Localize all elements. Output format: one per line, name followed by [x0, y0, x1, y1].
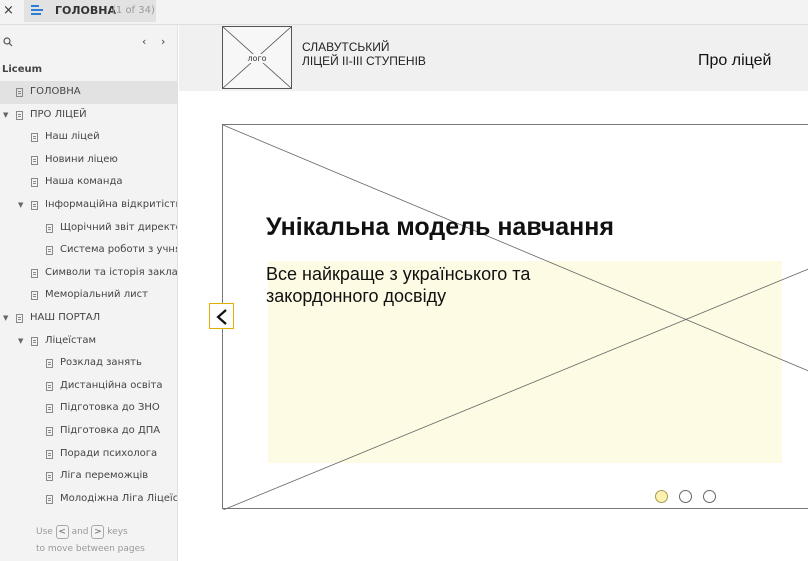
slider-prev-button[interactable]	[209, 303, 234, 329]
hint-line2: to move between pages	[36, 544, 145, 554]
tree-item-label: Система роботи з учнями	[60, 244, 177, 256]
page-icon	[46, 223, 53, 233]
tree-item-label: Наша команда	[45, 176, 123, 188]
tree-item-label: Інформаційна відкритість	[45, 198, 178, 210]
school-name-line2: ЛІЦЕЙ ІІ-ІІІ СТУПЕНІВ	[302, 54, 426, 68]
page-icon	[46, 359, 53, 369]
project-name: Liceum	[2, 64, 43, 75]
page-icon	[16, 313, 23, 323]
hint-and: and	[71, 527, 89, 537]
slider-dot-3[interactable]	[703, 490, 716, 503]
tree-item[interactable]: Поради психолога	[0, 443, 177, 466]
nav-link-about[interactable]: Про ліцей	[698, 52, 771, 70]
tree-item-label: Підготовка до ЗНО	[60, 402, 160, 414]
site-header: лого СЛАВУТСЬКИЙ ЛІЦЕЙ ІІ-ІІІ СТУПЕНІВ П…	[179, 25, 808, 91]
slide-title: Унікальна модель навчання	[266, 213, 614, 241]
page-title: ГОЛОВНА	[55, 4, 116, 17]
tree-item[interactable]: Наша команда	[0, 171, 177, 194]
tree-item-label: Меморіальний лист	[45, 289, 148, 301]
tree-item[interactable]: Дистанційна освіта	[0, 375, 177, 398]
page-icon	[31, 336, 38, 346]
tree-item[interactable]: Меморіальний лист	[0, 284, 177, 307]
tree-item[interactable]: Новини ліцею	[0, 149, 177, 172]
page-icon	[31, 291, 38, 301]
page-icon	[31, 268, 38, 278]
page-count: (1 of 34)	[112, 5, 155, 16]
tree-item[interactable]: Ліга переможців	[0, 465, 177, 488]
keyboard-hint: Use < and > keys to move between pages	[36, 522, 145, 555]
tree-item-label: Новини ліцею	[45, 153, 118, 165]
tree-item[interactable]: Розклад занять	[0, 352, 177, 375]
tree-item[interactable]: Підготовка до ДПА	[0, 420, 177, 443]
page-icon	[46, 494, 53, 504]
tree-item[interactable]: Щорічний звіт директора	[0, 217, 177, 240]
tree-item-label: НАШ ПОРТАЛ	[30, 311, 101, 323]
previous-page-button[interactable]: ‹	[142, 35, 146, 48]
tree-item-label: ГОЛОВНА	[30, 86, 81, 97]
tree-item[interactable]: ▼ ПРО ЛІЦЕЙ	[0, 104, 177, 127]
tree-item[interactable]: ▼ Ліцеїстам	[0, 330, 177, 353]
tree-item-label: Щорічний звіт директора	[60, 221, 177, 233]
hint-use: Use	[36, 527, 53, 537]
page-icon	[31, 133, 38, 143]
tree-item-label: Молодіжна Ліга Ліцеїстів	[60, 492, 178, 504]
tree-item[interactable]: ГОЛОВНА	[0, 81, 177, 104]
hero-slider	[222, 124, 808, 510]
tree-item-label: Ліга переможців	[60, 470, 149, 482]
tree-item-label: Дистанційна освіта	[60, 379, 163, 391]
slider-dot-2[interactable]	[679, 490, 692, 503]
logo-placeholder[interactable]: лого	[222, 26, 292, 89]
tree-item[interactable]: ▼ НАШ ПОРТАЛ	[0, 307, 177, 330]
page-icon	[46, 381, 53, 391]
page-tree: ГОЛОВНА ▼ ПРО ЛІЦЕЙ Наш ліцей Новини ліцею На…	[0, 81, 178, 511]
expand-arrow-icon[interactable]: ▼	[18, 330, 26, 353]
expand-arrow-icon[interactable]: ▼	[18, 194, 26, 217]
next-page-button[interactable]: ›	[161, 35, 165, 48]
page-icon	[31, 155, 38, 165]
tree-item[interactable]: Система роботи з учнями	[0, 239, 177, 262]
tree-item-label: Наш ліцей	[45, 131, 100, 143]
expand-arrow-icon[interactable]: ▼	[3, 307, 11, 330]
slider-dot-1[interactable]	[655, 490, 668, 503]
page-icon	[46, 472, 53, 482]
page-icon	[16, 110, 23, 120]
top-bar: × ГОЛОВНА (1 of 34)	[0, 0, 808, 25]
tree-item[interactable]: ▼ Інформаційна відкритість	[0, 194, 178, 217]
hint-keys: keys	[107, 527, 128, 537]
image-placeholder-cross	[223, 125, 808, 510]
tree-item-label: ПРО ЛІЦЕЙ	[30, 108, 87, 120]
hint-key-prev: <	[55, 524, 69, 539]
page-icon	[46, 246, 53, 256]
school-name-line1: СЛАВУТСЬКИЙ	[302, 40, 390, 54]
page-icon	[16, 88, 23, 97]
current-page-tab[interactable]: ГОЛОВНА (1 of 34)	[24, 0, 156, 22]
page-canvas: лого СЛАВУТСЬКИЙ ЛІЦЕЙ ІІ-ІІІ СТУПЕНІВ П…	[179, 25, 808, 561]
hint-key-next: >	[91, 524, 105, 539]
sidebar: ‹ › Liceum ГОЛОВНА ▼ ПРО ЛІЦЕЙ Наш ліцей Нов…	[0, 25, 178, 561]
tree-item[interactable]: Підготовка до ЗНО	[0, 397, 177, 420]
tree-item-label: Розклад занять	[60, 357, 142, 369]
tree-item-label: Підготовка до ДПА	[60, 424, 161, 436]
logo-text: лого	[245, 54, 269, 63]
page-icon	[46, 449, 53, 459]
tree-item[interactable]: Символи та історія закладу	[0, 262, 178, 285]
hamburger-menu-icon[interactable]	[31, 5, 43, 16]
tree-item-label: Поради психолога	[60, 447, 158, 459]
chevron-left-icon	[216, 309, 227, 325]
tree-item[interactable]: Молодіжна Ліга Ліцеїстів	[0, 488, 178, 511]
close-icon[interactable]: ×	[3, 3, 15, 19]
page-icon	[46, 404, 53, 414]
school-name: СЛАВУТСЬКИЙ ЛІЦЕЙ ІІ-ІІІ СТУПЕНІВ	[302, 40, 426, 68]
page-icon	[31, 178, 38, 188]
expand-arrow-icon[interactable]: ▼	[3, 104, 11, 127]
search-icon[interactable]	[3, 37, 13, 47]
tree-item[interactable]: Наш ліцей	[0, 126, 177, 149]
page-icon	[31, 200, 38, 210]
page-icon	[46, 426, 53, 436]
tree-item-label: Ліцеїстам	[45, 334, 97, 346]
tree-item-label: Символи та історія закладу	[45, 266, 178, 278]
slide-subtitle: Все найкраще з українського та закордонн…	[266, 264, 531, 306]
